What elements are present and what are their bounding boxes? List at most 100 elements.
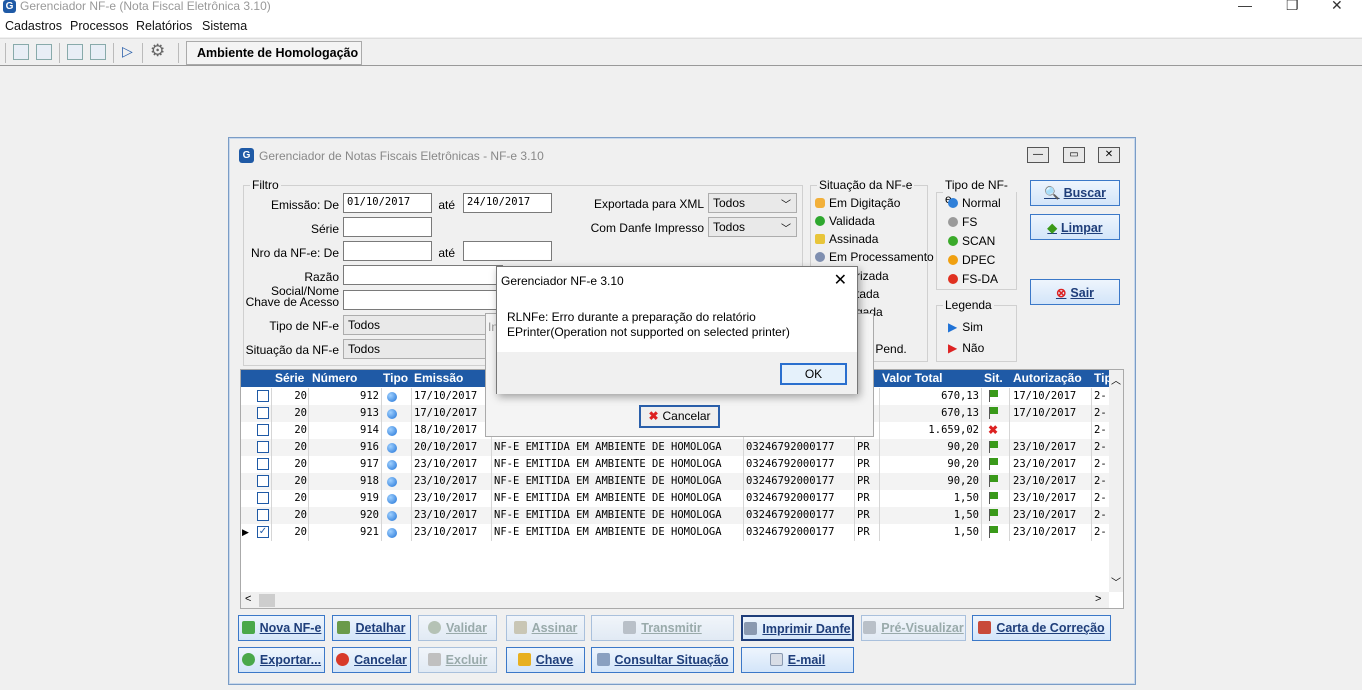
serie-label: Série: [310, 222, 339, 236]
chave-button[interactable]: Chave: [506, 647, 585, 673]
scroll-left-icon[interactable]: <: [245, 593, 251, 605]
window-close-button[interactable]: ✕: [1098, 147, 1120, 163]
col-header-autorizacao[interactable]: Autorização: [1013, 371, 1082, 385]
error-message-box: Gerenciador NF-e 3.10 ✕ RLNFe: Erro dura…: [496, 266, 858, 394]
gear-icon[interactable]: ⚙: [150, 41, 165, 61]
limpar-button[interactable]: ◆ Limpar: [1030, 214, 1120, 240]
vertical-scrollbar[interactable]: ︿ ﹀: [1109, 370, 1123, 592]
window-title: Gerenciador de Notas Fiscais Eletrônicas…: [259, 149, 544, 163]
imprimir-danfe-button[interactable]: Imprimir Danfe: [741, 615, 854, 641]
column-separator: [381, 507, 382, 524]
cancelar-nfe-button[interactable]: Cancelar: [332, 647, 411, 673]
emissao-de-field[interactable]: 01/10/2017: [343, 193, 432, 213]
consultar-situacao-button[interactable]: Consultar Situação: [591, 647, 734, 673]
row-checkbox[interactable]: [257, 458, 269, 470]
pre-visualizar-button[interactable]: Pré-Visualizar: [861, 615, 966, 641]
scroll-thumb[interactable]: [259, 594, 275, 607]
tipo-select[interactable]: Todos: [343, 315, 488, 335]
list-icon[interactable]: [67, 44, 83, 60]
table-row[interactable]: 20 917 23/10/2017 NF-E EMITIDA EM AMBIENTE …: [241, 456, 1109, 473]
situacao-item-label: Em Digitação: [829, 196, 901, 210]
menu-processos[interactable]: Processos: [70, 19, 128, 33]
window-minimize-button[interactable]: —: [1027, 147, 1049, 163]
cell-tip: 2-: [1094, 458, 1107, 470]
situacao-select[interactable]: Todos: [343, 339, 488, 359]
window-logo-icon: G: [239, 148, 254, 163]
transmitir-label: Transmitir: [641, 621, 702, 635]
scroll-down-icon[interactable]: ﹀: [1111, 574, 1121, 589]
red-dot-icon: [948, 274, 958, 284]
menu-sistema[interactable]: Sistema: [202, 19, 247, 33]
scroll-right-icon[interactable]: >: [1095, 593, 1101, 605]
table-row[interactable]: ▶ ✓ 20 921 23/10/2017 NF-E EMITIDA EM AMBIENT…: [241, 524, 1109, 541]
emissao-ate-field[interactable]: 24/10/2017: [463, 193, 552, 213]
cell-uf: PR: [857, 526, 870, 538]
chave-field[interactable]: [343, 290, 503, 310]
cell-autorizacao: 17/10/2017: [1013, 407, 1077, 419]
transmitir-button[interactable]: Transmitir: [591, 615, 734, 641]
assinar-button[interactable]: Assinar: [506, 615, 585, 641]
buscar-button[interactable]: 🔍 Buscar: [1030, 180, 1120, 206]
nro-de-field[interactable]: [343, 241, 432, 261]
serie-field[interactable]: [343, 217, 432, 237]
col-header-valor[interactable]: Valor Total: [882, 371, 942, 385]
ok-button[interactable]: OK: [780, 363, 847, 385]
key-icon: [517, 653, 531, 666]
row-checkbox[interactable]: [257, 390, 269, 402]
restore-icon[interactable]: ❐: [1286, 0, 1299, 14]
close-icon[interactable]: ✕: [1331, 0, 1343, 14]
col-header-sit[interactable]: Sit.: [984, 371, 1003, 385]
row-checkbox[interactable]: [257, 407, 269, 419]
scroll-up-icon[interactable]: ︿: [1111, 372, 1121, 387]
column-separator: [271, 473, 272, 490]
sair-button[interactable]: ⊗ Sair: [1030, 279, 1120, 305]
progress-cancel-button[interactable]: ✖ Cancelar: [639, 405, 720, 428]
carta-correcao-button[interactable]: Carta de Correção: [972, 615, 1111, 641]
excluir-button[interactable]: Excluir: [418, 647, 497, 673]
menu-cadastros[interactable]: Cadastros: [5, 19, 62, 33]
col-header-emissao[interactable]: Emissão: [414, 371, 463, 385]
razao-field[interactable]: [343, 265, 503, 285]
row-checkbox[interactable]: [257, 424, 269, 436]
email-button[interactable]: E-mail: [741, 647, 854, 673]
table-row[interactable]: 20 918 23/10/2017 NF-E EMITIDA EM AMBIENTE …: [241, 473, 1109, 490]
column-separator: [854, 439, 855, 456]
col-header-serie[interactable]: Série: [275, 371, 304, 385]
export-icon: [241, 653, 255, 666]
table-row[interactable]: 20 919 23/10/2017 NF-E EMITIDA EM AMBIENTE …: [241, 490, 1109, 507]
play-icon[interactable]: ▷: [122, 43, 133, 60]
column-separator: [981, 456, 982, 473]
minimize-icon[interactable]: —: [1238, 0, 1252, 13]
cell-valor: 1.659,02: [928, 424, 979, 436]
row-checkbox[interactable]: [257, 475, 269, 487]
exportar-button[interactable]: Exportar...: [238, 647, 325, 673]
table-row[interactable]: 20 920 23/10/2017 NF-E EMITIDA EM AMBIENTE …: [241, 507, 1109, 524]
menu-relatorios[interactable]: Relatórios: [136, 19, 192, 33]
report-icon[interactable]: [90, 44, 106, 60]
buscar-label: Buscar: [1063, 186, 1106, 200]
column-separator: [491, 439, 492, 456]
col-header-tipo[interactable]: Tipo: [383, 371, 408, 385]
row-checkbox[interactable]: [257, 509, 269, 521]
row-checkbox[interactable]: ✓: [257, 526, 269, 538]
column-separator: [981, 473, 982, 490]
column-separator: [491, 473, 492, 490]
row-checkbox[interactable]: [257, 441, 269, 453]
nova-nfe-button[interactable]: Nova NF-e: [238, 615, 325, 641]
cell-numero: 918: [360, 475, 379, 487]
exportada-select[interactable]: Todos ﹀: [708, 193, 797, 213]
table-row[interactable]: 20 916 20/10/2017 NF-E EMITIDA EM AMBIENTE …: [241, 439, 1109, 456]
col-header-tip[interactable]: Tip: [1094, 371, 1109, 385]
horizontal-scrollbar[interactable]: < >: [241, 592, 1109, 608]
detalhar-button[interactable]: Detalhar: [332, 615, 411, 641]
tipo-label: Tipo de NF-e: [269, 319, 339, 333]
close-icon[interactable]: ✕: [834, 270, 847, 290]
col-header-numero[interactable]: Número: [312, 371, 357, 385]
nro-ate-field[interactable]: [463, 241, 552, 261]
row-checkbox[interactable]: [257, 492, 269, 504]
grid-icon[interactable]: [36, 44, 52, 60]
document-icon[interactable]: [13, 44, 29, 60]
window-maximize-button[interactable]: ▭: [1063, 147, 1085, 163]
danfe-select[interactable]: Todos ﹀: [708, 217, 797, 237]
validar-button[interactable]: Validar: [418, 615, 497, 641]
